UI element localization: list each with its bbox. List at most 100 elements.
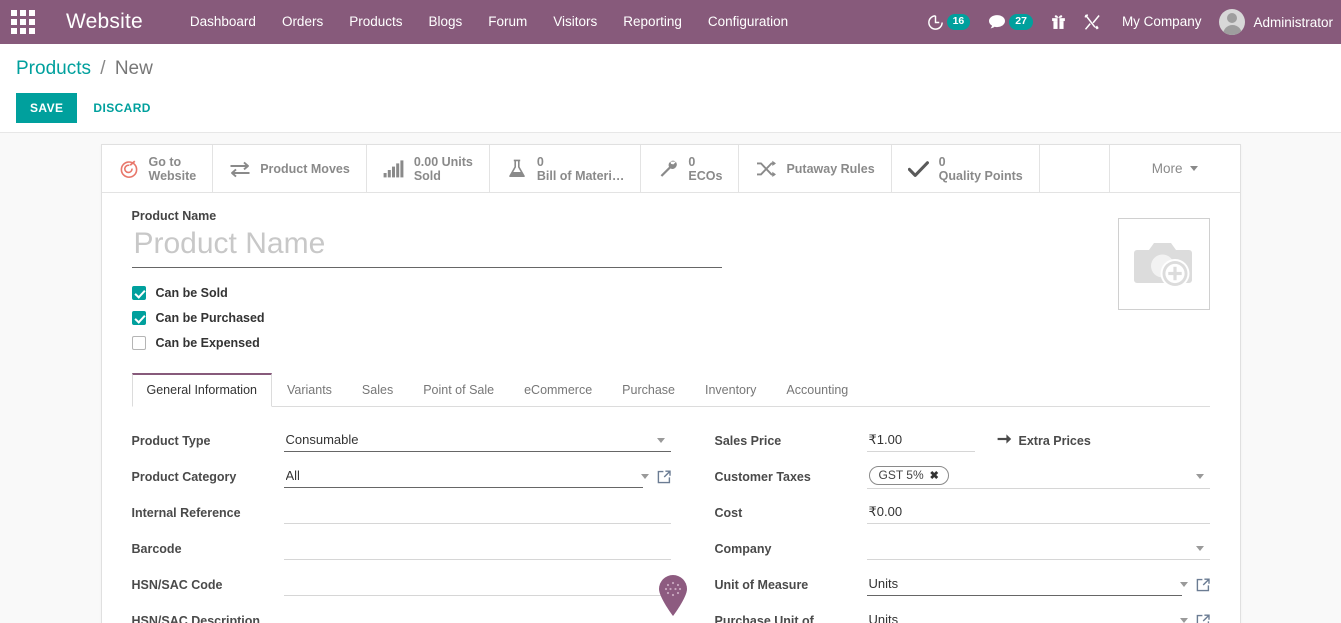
hsn-sac-description-input[interactable] — [284, 609, 671, 623]
stat-button-more[interactable]: More — [1109, 145, 1240, 192]
general-info-right-column: Sales Price Extra Prices — [671, 429, 1210, 623]
field-label: Purchase Unit of Measure — [715, 609, 867, 623]
field-hsn-sac-description: HSN/SAC Description — [132, 609, 671, 623]
field-label: Sales Price — [715, 429, 867, 450]
extra-prices-label: Extra Prices — [1019, 434, 1091, 448]
checkbox-label-can-be-expensed[interactable]: Can be Expensed — [156, 336, 260, 350]
record-actions: SAVE DISCARD — [16, 93, 1325, 123]
stat-button-label: 0 Quality Points — [939, 155, 1023, 183]
product-image-upload[interactable] — [1118, 218, 1210, 310]
field-customer-taxes: Customer Taxes GST 5% ✖ — [715, 465, 1210, 491]
tab-purchase[interactable]: Purchase — [607, 373, 690, 407]
field-label: Company — [715, 537, 867, 558]
top-navbar: Website Dashboard Orders Products Blogs … — [0, 0, 1341, 44]
cost-input[interactable] — [867, 501, 1210, 524]
menu-item-products[interactable]: Products — [336, 0, 415, 44]
tab-variants[interactable]: Variants — [272, 373, 347, 407]
field-label: HSN/SAC Code — [132, 573, 284, 594]
checkbox-can-be-expensed[interactable] — [132, 336, 146, 350]
menu-item-visitors[interactable]: Visitors — [540, 0, 610, 44]
activities-button[interactable]: 16 — [918, 0, 980, 44]
internal-link-icon[interactable] — [1196, 614, 1210, 623]
field-label: Product Category — [132, 465, 284, 486]
field-product-type: Product Type — [132, 429, 671, 455]
field-value — [284, 429, 671, 452]
field-value — [284, 465, 671, 488]
stat-button-bill-of-materials[interactable]: 0 Bill of Materi… — [490, 145, 642, 192]
stat-line-2: Product Moves — [260, 162, 350, 176]
checkbox-row-can-be-sold[interactable]: Can be Sold — [132, 280, 1118, 305]
menu-item-configuration[interactable]: Configuration — [695, 0, 801, 44]
developer-tools-button[interactable] — [1075, 0, 1110, 44]
apps-menu-button[interactable] — [0, 0, 46, 44]
tab-general-information[interactable]: General Information — [132, 373, 272, 407]
stat-button-go-to-website[interactable]: Go to Website — [102, 145, 214, 192]
field-unit-of-measure: Unit of Measure — [715, 573, 1210, 599]
stat-line-2: Quality Points — [939, 169, 1023, 183]
discard-button[interactable]: DISCARD — [83, 93, 160, 123]
gift-icon — [1051, 14, 1066, 30]
product-type-select[interactable] — [284, 429, 671, 452]
tab-inventory[interactable]: Inventory — [690, 373, 771, 407]
extra-prices-link[interactable]: Extra Prices — [997, 433, 1091, 448]
user-menu[interactable]: Administrator — [1213, 9, 1341, 35]
purchase-unit-of-measure-select[interactable] — [867, 609, 1182, 623]
chat-bubble-icon — [988, 14, 1006, 30]
menu-item-dashboard[interactable]: Dashboard — [177, 0, 269, 44]
field-value — [867, 573, 1210, 596]
save-button[interactable]: SAVE — [16, 93, 77, 123]
tab-sales[interactable]: Sales — [347, 373, 408, 407]
hsn-sac-code-input[interactable] — [284, 573, 671, 596]
stat-button-label: Product Moves — [260, 162, 350, 176]
internal-link-icon[interactable] — [1196, 578, 1210, 592]
tab-point-of-sale[interactable]: Point of Sale — [408, 373, 509, 407]
stat-line-2: Website — [149, 169, 197, 183]
menu-item-reporting[interactable]: Reporting — [610, 0, 695, 44]
checkbox-row-can-be-expensed[interactable]: Can be Expensed — [132, 330, 1118, 355]
field-label: Unit of Measure — [715, 573, 867, 594]
checkbox-row-can-be-purchased[interactable]: Can be Purchased — [132, 305, 1118, 330]
notebook: General Information Variants Sales Point… — [102, 373, 1240, 623]
internal-link-icon[interactable] — [657, 470, 671, 484]
company-switcher[interactable]: My Company — [1110, 0, 1214, 44]
gift-button[interactable] — [1042, 0, 1075, 44]
field-value — [284, 609, 671, 623]
product-flags: Can be Sold Can be Purchased Can be Expe… — [132, 280, 1118, 355]
menu-item-orders[interactable]: Orders — [269, 0, 336, 44]
field-sales-price: Sales Price Extra Prices — [715, 429, 1210, 455]
checkbox-label-can-be-purchased[interactable]: Can be Purchased — [156, 311, 265, 325]
messaging-count-badge: 27 — [1009, 14, 1033, 30]
checkbox-can-be-purchased[interactable] — [132, 311, 146, 325]
stat-value: 0 — [537, 155, 625, 169]
stat-button-product-moves[interactable]: Product Moves — [213, 145, 367, 192]
brand-title[interactable]: Website — [66, 10, 143, 34]
messaging-button[interactable]: 27 — [979, 0, 1042, 44]
customer-taxes-tags[interactable]: GST 5% ✖ — [867, 465, 1210, 489]
tab-accounting[interactable]: Accounting — [771, 373, 863, 407]
product-name-input[interactable] — [132, 225, 722, 268]
remove-tag-icon[interactable]: ✖ — [930, 469, 939, 482]
unit-of-measure-select[interactable] — [867, 573, 1182, 596]
tag-gst-5[interactable]: GST 5% ✖ — [869, 466, 949, 485]
field-label: Internal Reference — [132, 501, 284, 522]
product-form-sheet: Go to Website Product Moves — [101, 144, 1241, 623]
sheet-body: Product Name Can be Sold Can be Purchase… — [102, 193, 1240, 355]
chevron-down-icon — [1190, 166, 1198, 171]
menu-item-forum[interactable]: Forum — [475, 0, 540, 44]
stat-value: 0 — [688, 155, 722, 169]
stat-button-putaway-rules[interactable]: Putaway Rules — [739, 145, 891, 192]
internal-reference-input[interactable] — [284, 501, 671, 524]
breadcrumb-products-link[interactable]: Products — [16, 58, 91, 79]
sales-price-input[interactable] — [867, 429, 975, 452]
barcode-input[interactable] — [284, 537, 671, 560]
checkbox-label-can-be-sold[interactable]: Can be Sold — [156, 286, 228, 300]
stat-button-ecos[interactable]: 0 ECOs — [641, 145, 739, 192]
stat-button-units-sold[interactable]: 0.00 Units Sold — [367, 145, 490, 192]
company-select[interactable] — [867, 537, 1210, 560]
product-category-select[interactable] — [284, 465, 643, 488]
checkbox-can-be-sold[interactable] — [132, 286, 146, 300]
menu-item-blogs[interactable]: Blogs — [415, 0, 475, 44]
stat-button-quality-points[interactable]: 0 Quality Points — [892, 145, 1040, 192]
tab-ecommerce[interactable]: eCommerce — [509, 373, 607, 407]
general-info-left-column: Product Type Product Category — [132, 429, 671, 623]
